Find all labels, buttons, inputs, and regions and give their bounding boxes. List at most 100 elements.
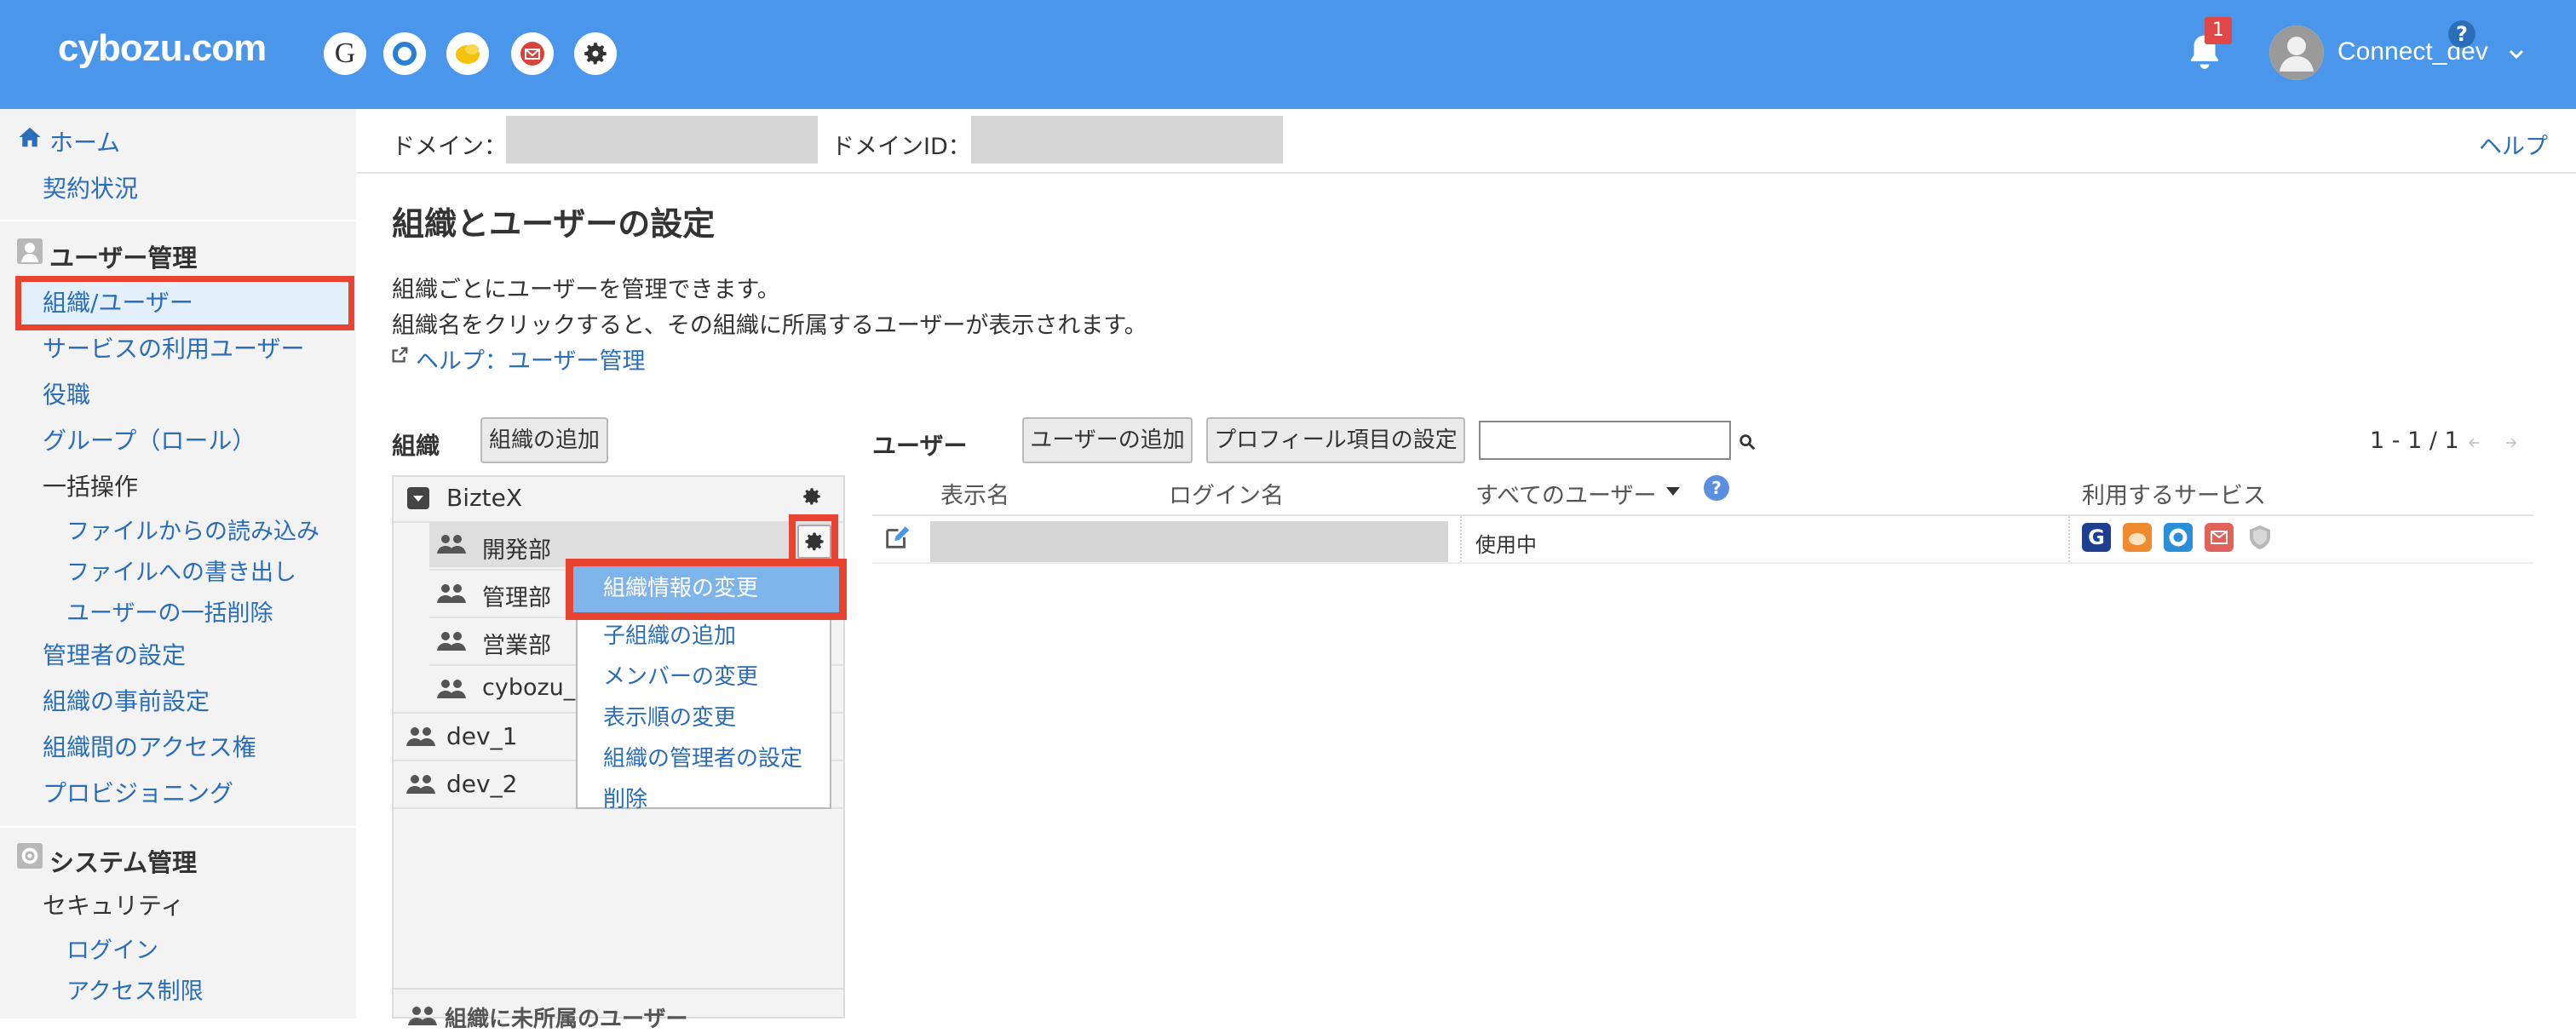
kintone-icon: [2123, 523, 2152, 552]
sidebar-item-admin-settings[interactable]: 管理者の設定: [43, 637, 186, 671]
search-icon[interactable]: [1738, 433, 1757, 451]
garoon-app-icon[interactable]: G: [324, 32, 366, 75]
kintone-app-icon[interactable]: [446, 32, 489, 75]
unassigned-users-item[interactable]: 組織に未所属のユーザー: [445, 1001, 687, 1033]
external-link-icon: [392, 347, 408, 363]
org-node-sales[interactable]: 営業部: [482, 627, 551, 660]
filter-dropdown-icon[interactable]: [1665, 485, 1682, 497]
mail-icon: [2205, 523, 2234, 552]
column-user-filter[interactable]: すべてのユーザー: [1475, 477, 1657, 510]
sidebar-item-import[interactable]: ファイルからの読み込み: [66, 513, 319, 546]
org-node-root[interactable]: BizteX: [446, 484, 522, 512]
edit-icon[interactable]: [883, 523, 911, 552]
sidebar-item-groups[interactable]: グループ（ロール）: [43, 422, 256, 456]
org-node-dev[interactable]: 開発部: [482, 531, 551, 565]
office-app-icon[interactable]: [383, 32, 426, 75]
sidebar-item-security: セキュリティ: [43, 892, 185, 920]
add-org-button[interactable]: 組織の追加: [480, 417, 608, 463]
profile-settings-button[interactable]: プロフィール項目の設定: [1206, 417, 1465, 463]
question-icon[interactable]: ?: [1704, 475, 1729, 501]
sidebar-item-bulk-ops: 一括操作: [43, 473, 139, 501]
user-status: 使用中: [1475, 533, 1537, 557]
column-divider: [1460, 516, 1463, 562]
menu-item-edit-org-info[interactable]: 組織情報の変更: [603, 571, 758, 602]
org-section-label: 組織: [392, 432, 440, 460]
help-link-top[interactable]: ヘルプ: [2479, 128, 2548, 161]
page-title: 組織とユーザーの設定: [392, 205, 716, 243]
settings-gear-icon[interactable]: [574, 32, 617, 75]
description-line-1: 組織ごとにユーザーを管理できます。: [392, 277, 780, 303]
system-settings-icon: [17, 843, 43, 869]
domain-id-value-redacted: [971, 116, 1283, 164]
user-search-input[interactable]: [1479, 421, 1731, 460]
help-link-user-management[interactable]: ヘルプ：ユーザー管理: [416, 342, 645, 376]
column-divider: [2068, 516, 2072, 562]
system-management-heading: システム管理: [49, 848, 198, 877]
table-header-divider: [872, 514, 2533, 516]
org-node-dev1[interactable]: dev_1: [446, 722, 517, 750]
group-icon: [406, 727, 435, 746]
sidebar-divider: [0, 220, 356, 221]
avatar[interactable]: [2269, 26, 2324, 80]
tree-divider: [394, 988, 843, 990]
sidebar-item-positions[interactable]: 役職: [43, 376, 90, 410]
group-icon: [437, 632, 466, 651]
menu-item-change-order[interactable]: 表示順の変更: [603, 700, 736, 732]
sidebar-item-export[interactable]: ファイルへの書き出し: [66, 554, 296, 587]
domain-id-label: ドメインID：: [831, 134, 971, 160]
menu-item-delete[interactable]: 削除: [603, 782, 647, 813]
sidebar-item-home[interactable]: ホーム: [49, 124, 120, 158]
sidebar-item-provisioning[interactable]: プロビジョニング: [43, 775, 233, 809]
user-name-redacted[interactable]: [930, 521, 1448, 562]
collapse-toggle-icon[interactable]: [407, 487, 429, 509]
next-page-icon[interactable]: [2501, 434, 2518, 451]
mailwise-app-icon[interactable]: [511, 32, 554, 75]
column-display-name[interactable]: 表示名: [940, 477, 1009, 510]
help-icon[interactable]: ?: [2448, 20, 2475, 48]
table-row-divider: [872, 562, 2533, 564]
sidebar-item-bulk-delete[interactable]: ユーザーの一括削除: [66, 594, 273, 628]
office-icon: [2164, 523, 2193, 552]
group-icon: [437, 584, 466, 603]
column-services: 利用するサービス: [2082, 483, 2266, 509]
garoon-icon: G: [2082, 523, 2111, 552]
root-gear-icon[interactable]: [801, 485, 823, 508]
user-management-heading: ユーザー管理: [49, 244, 198, 273]
domain-bar: ドメイン： ドメインID：: [356, 109, 2576, 174]
top-header: cybozu.com G 1 Connect_dev: [0, 0, 2576, 109]
menu-item-add-child-org[interactable]: 子組織の追加: [603, 618, 736, 650]
domain-label: ドメイン：: [392, 134, 507, 160]
sidebar-item-org-users[interactable]: 組織/ユーザー: [43, 284, 193, 319]
sidebar-item-login[interactable]: ログイン: [66, 932, 158, 965]
group-icon: [406, 775, 435, 794]
sidebar-item-access-restriction[interactable]: アクセス制限: [66, 973, 204, 1006]
group-icon: [437, 680, 466, 698]
gear-highlight: [789, 514, 838, 565]
notification-badge: 1: [2205, 17, 2232, 44]
user-section-label: ユーザー: [872, 432, 968, 460]
menu-item-org-admin[interactable]: 組織の管理者の設定: [603, 741, 802, 772]
home-icon: [19, 127, 41, 147]
sidebar-item-service-users[interactable]: サービスの利用ユーザー: [43, 330, 304, 364]
prev-page-icon[interactable]: [2467, 434, 2484, 451]
description-line-2: 組織名をクリックすると、その組織に所属するユーザーが表示されます。: [392, 313, 1147, 339]
cybozu-logo[interactable]: cybozu.com: [58, 27, 267, 70]
org-node-cybozu[interactable]: cybozu_c: [482, 674, 588, 701]
pager-range: 1 - 1 / 1: [2370, 428, 2459, 454]
sidebar-item-org-access[interactable]: 組織間のアクセス権: [43, 729, 256, 763]
sidebar: ホーム 契約状況 ユーザー管理 組織/ユーザー サービスの利用ユーザー 役職 グ…: [0, 109, 356, 1019]
domain-value-redacted: [506, 116, 818, 164]
sidebar-item-org-presettings[interactable]: 組織の事前設定: [43, 683, 210, 717]
org-node-admin[interactable]: 管理部: [482, 579, 551, 612]
sidebar-item-contract[interactable]: 契約状況: [43, 170, 138, 204]
group-icon: [408, 1007, 437, 1025]
column-login-name[interactable]: ログイン名: [1169, 477, 1284, 510]
secure-access-icon: [2245, 523, 2274, 552]
menu-item-change-members[interactable]: メンバーの変更: [603, 659, 758, 691]
chevron-down-icon[interactable]: [2506, 44, 2527, 65]
group-icon: [437, 535, 466, 554]
org-node-dev2[interactable]: dev_2: [446, 770, 517, 798]
add-user-button[interactable]: ユーザーの追加: [1022, 417, 1193, 463]
user-management-icon: [17, 238, 43, 264]
sidebar-divider: [0, 826, 356, 828]
